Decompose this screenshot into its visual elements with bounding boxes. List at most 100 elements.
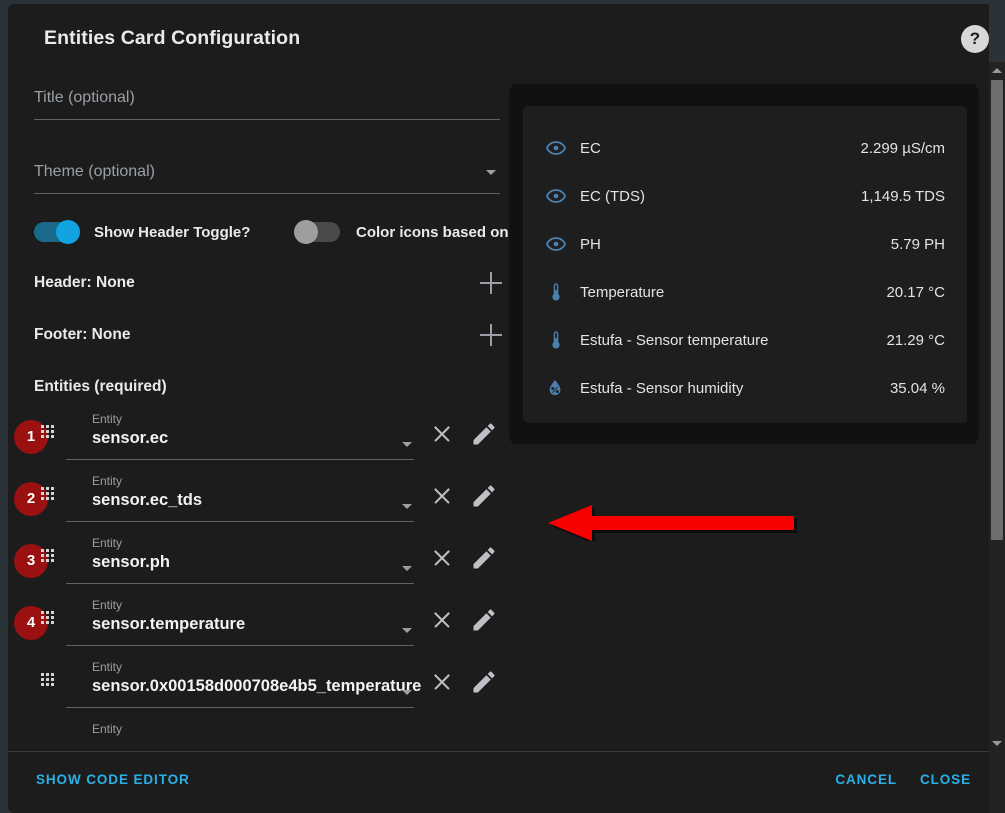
entity-state: 5.79 PH	[891, 236, 945, 253]
remove-entity-close-icon[interactable]	[428, 606, 456, 634]
footer-section-row: Footer: None	[34, 312, 500, 364]
title-input[interactable]: Title (optional)	[34, 64, 500, 120]
drag-handle-icon[interactable]	[41, 673, 55, 687]
entity-field-value: sensor.ec_tds	[92, 491, 202, 510]
chevron-down-icon	[486, 170, 496, 175]
entity-field-label: Entity	[92, 412, 122, 426]
eye-icon	[545, 185, 579, 207]
remove-entity-close-icon[interactable]	[428, 544, 456, 572]
entity-name: Estufa - Sensor temperature	[579, 332, 886, 349]
entity-select[interactable]: Entity sensor.temperature	[66, 598, 414, 646]
entity-state: 2.299 µS/cm	[860, 140, 945, 157]
entity-field-label: Entity	[92, 722, 122, 736]
entity-field-value: sensor.0x00158d000708e4b5_temperature	[92, 677, 421, 696]
scrollbar-track-top	[989, 0, 1005, 62]
remove-entity-close-icon[interactable]	[428, 668, 456, 696]
entities-card-preview: EC 2.299 µS/cm EC (TDS) 1,149.5 TDS PH 5…	[523, 106, 967, 423]
header-section-label: Header: None	[34, 274, 135, 292]
remove-entity-close-icon[interactable]	[428, 482, 456, 510]
entity-row: Entity sensor.0x00158d000708e4b5_tempera…	[34, 658, 500, 720]
entity-row: 1 Entity sensor.ec	[34, 410, 500, 472]
edit-entity-pencil-icon[interactable]	[470, 606, 498, 634]
entities-section-heading: Entities (required)	[34, 378, 500, 396]
color-icons-toggle-switch[interactable]	[296, 222, 340, 242]
entity-select[interactable]: Entity sensor.ec_tds	[66, 474, 414, 522]
entity-select[interactable]: Entity sensor.0x00158d000708e4b5_tempera…	[66, 660, 414, 708]
entity-name: Temperature	[579, 284, 886, 301]
toggle-knob	[56, 220, 80, 244]
chevron-down-icon	[402, 442, 412, 447]
dialog-footer: SHOW CODE EDITOR CANCEL CLOSE	[8, 751, 989, 813]
entity-state: 35.04 %	[890, 380, 945, 397]
chevron-down-icon	[402, 504, 412, 509]
list-item[interactable]: Estufa - Sensor temperature 21.29 °C	[545, 316, 945, 364]
eye-icon	[545, 137, 579, 159]
title-input-placeholder: Title (optional)	[34, 89, 135, 107]
show-header-toggle-switch[interactable]	[34, 222, 78, 242]
edit-entity-pencil-icon[interactable]	[470, 482, 498, 510]
drag-handle-icon[interactable]	[41, 487, 55, 501]
water-percent-icon	[545, 378, 579, 398]
entity-field-label: Entity	[92, 598, 122, 612]
entity-field-value: sensor.ph	[92, 553, 170, 572]
drag-handle-icon[interactable]	[41, 425, 55, 439]
entity-field-value: sensor.ec	[92, 429, 168, 448]
list-item[interactable]: EC (TDS) 1,149.5 TDS	[545, 172, 945, 220]
toggle-options-row: Show Header Toggle? Color icons based on…	[34, 214, 500, 260]
entity-row: 2 Entity sensor.ec_tds	[34, 472, 500, 534]
entity-row: 4 Entity sensor.temperature	[34, 596, 500, 658]
chevron-down-icon	[402, 628, 412, 633]
entity-row-partial: Entity	[34, 720, 500, 744]
theme-select-placeholder: Theme (optional)	[34, 163, 155, 181]
entities-card-configuration-dialog: Entities Card Configuration ? Title (opt…	[8, 4, 1005, 813]
close-button[interactable]: CLOSE	[920, 772, 971, 787]
entity-state: 21.29 °C	[886, 332, 945, 349]
eye-icon	[545, 233, 579, 255]
theme-select[interactable]: Theme (optional)	[34, 138, 500, 194]
page-scrollbar[interactable]	[989, 0, 1005, 813]
entity-field-value: sensor.temperature	[92, 615, 245, 634]
dialog-content: Title (optional) Theme (optional) Show H…	[8, 64, 989, 751]
remove-entity-close-icon[interactable]	[428, 420, 456, 448]
entity-field-label: Entity	[92, 474, 122, 488]
card-editor-form: Title (optional) Theme (optional) Show H…	[34, 64, 500, 744]
entity-name: EC (TDS)	[579, 188, 861, 205]
list-item[interactable]: PH 5.79 PH	[545, 220, 945, 268]
entity-name: PH	[579, 236, 891, 253]
footer-section-label: Footer: None	[34, 326, 130, 344]
edit-entity-pencil-icon[interactable]	[470, 544, 498, 572]
cancel-button[interactable]: CANCEL	[835, 772, 897, 787]
list-item[interactable]: Temperature 20.17 °C	[545, 268, 945, 316]
entity-state: 1,149.5 TDS	[861, 188, 945, 205]
page-title: Entities Card Configuration	[44, 27, 300, 50]
list-item[interactable]: Estufa - Sensor humidity 35.04 %	[545, 364, 945, 412]
drag-handle-icon[interactable]	[41, 549, 55, 563]
entity-field-label: Entity	[92, 536, 122, 550]
scrollbar-thumb[interactable]	[991, 80, 1003, 540]
chevron-down-icon	[402, 690, 412, 695]
list-item[interactable]: EC 2.299 µS/cm	[545, 124, 945, 172]
thermometer-icon	[545, 329, 579, 351]
scroll-down-arrow-icon[interactable]	[989, 735, 1005, 751]
entity-name: Estufa - Sensor humidity	[579, 380, 890, 397]
scroll-up-arrow-icon[interactable]	[989, 62, 1005, 78]
help-circle-icon[interactable]: ?	[961, 25, 989, 53]
edit-entity-pencil-icon[interactable]	[470, 420, 498, 448]
entity-state: 20.17 °C	[886, 284, 945, 301]
thermometer-icon	[545, 281, 579, 303]
show-header-toggle-label: Show Header Toggle?	[94, 224, 250, 241]
header-section-row: Header: None	[34, 260, 500, 312]
entity-field-label: Entity	[92, 660, 122, 674]
toggle-knob	[294, 220, 318, 244]
chevron-down-icon	[402, 566, 412, 571]
entity-name: EC	[579, 140, 860, 157]
entity-select[interactable]: Entity sensor.ph	[66, 536, 414, 584]
add-footer-plus-icon[interactable]	[476, 320, 506, 350]
drag-handle-icon[interactable]	[41, 611, 55, 625]
card-preview-wrapper: EC 2.299 µS/cm EC (TDS) 1,149.5 TDS PH 5…	[509, 84, 979, 444]
entity-select[interactable]: Entity sensor.ec	[66, 412, 414, 460]
entity-row: 3 Entity sensor.ph	[34, 534, 500, 596]
add-header-plus-icon[interactable]	[476, 268, 506, 298]
show-code-editor-button[interactable]: SHOW CODE EDITOR	[36, 772, 190, 787]
edit-entity-pencil-icon[interactable]	[470, 668, 498, 696]
